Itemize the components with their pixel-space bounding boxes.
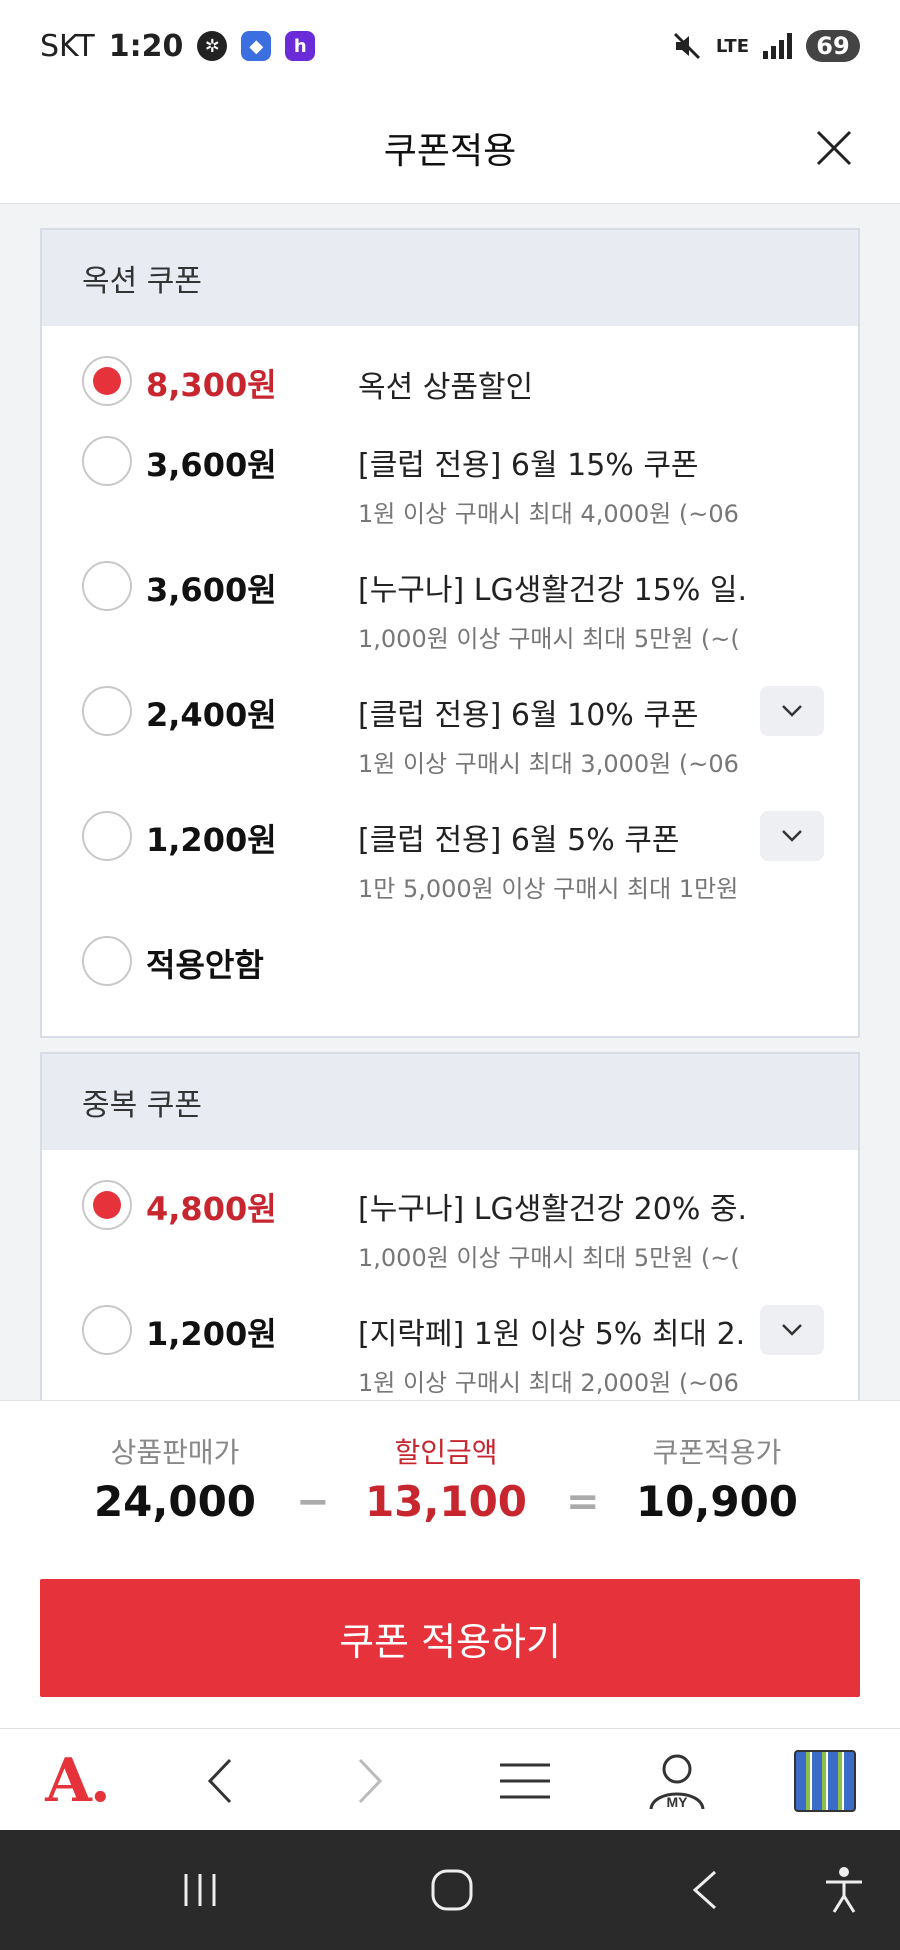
- close-button[interactable]: [806, 120, 862, 176]
- price-summary: 상품판매가 24,000 − 할인금액 13,100 = 쿠폰적용가 10,90…: [0, 1400, 900, 1728]
- back-arrow-icon: [692, 1870, 717, 1910]
- coupon-amount: 8,300원: [146, 366, 277, 404]
- coupon-row[interactable]: 3,600원 [누구나] LG생활건강 15% 일... 1,000원 이상 구…: [42, 531, 858, 653]
- status-bar: SKT 1:20 ✲ ◆ h LTE 69: [0, 0, 900, 92]
- coupon-list-scroll[interactable]: 옥션 쿠폰 8,300원 옥션 상품할인 3,600원 [클럽 전용] 6월 1…: [0, 204, 900, 1400]
- coupon-amount: 4,800원: [146, 1190, 277, 1228]
- section-title: 중복 쿠폰: [42, 1054, 858, 1150]
- shield-icon: ◆: [241, 31, 272, 61]
- coupon-row[interactable]: 2,400원 [클럽 전용] 6월 10% 쿠폰 1원 이상 구매시 최대 3,…: [42, 656, 858, 778]
- radio-button[interactable]: [82, 1305, 132, 1355]
- minus-sign: −: [296, 1479, 330, 1525]
- my-page-button[interactable]: MY: [632, 1741, 722, 1821]
- menu-button[interactable]: [480, 1741, 570, 1821]
- radio-button[interactable]: [82, 561, 132, 611]
- auction-logo: A.: [45, 1746, 110, 1816]
- radio-button[interactable]: [82, 936, 132, 986]
- home-logo-button[interactable]: A.: [32, 1741, 122, 1821]
- chevron-down-icon: [782, 830, 802, 842]
- mute-icon: [673, 32, 700, 60]
- back-button[interactable]: [174, 1741, 264, 1821]
- final-price-value: 10,900: [635, 1477, 799, 1526]
- android-nav-bar: [0, 1830, 900, 1950]
- duplicate-coupon-section: 중복 쿠폰 4,800원 [누구나] LG생활건강 20% 중... 1,000…: [40, 1052, 860, 1400]
- battery-indicator: 69: [806, 30, 860, 62]
- coupon-title: [지락페] 1원 이상 5% 최대 2...: [358, 1317, 748, 1352]
- coupon-amount: 3,600원: [146, 446, 277, 484]
- signal-icon: [763, 33, 792, 59]
- chevron-down-icon: [782, 705, 802, 717]
- coupon-amount: 1,200원: [146, 821, 277, 859]
- equals-sign: =: [566, 1479, 600, 1525]
- accessibility-button[interactable]: [804, 1860, 884, 1920]
- user-icon: MY: [649, 1754, 705, 1810]
- close-icon: [816, 130, 852, 166]
- coupon-title: [클럽 전용] 6월 15% 쿠폰: [358, 448, 699, 483]
- coupon-desc: 1,000원 이상 구매시 최대 5만원 (~(: [358, 625, 740, 653]
- coupon-amount: 3,600원: [146, 571, 277, 609]
- hamburger-icon: [500, 1763, 550, 1799]
- option-coupon-section: 옥션 쿠폰 8,300원 옥션 상품할인 3,600원 [클럽 전용] 6월 1…: [40, 228, 860, 1038]
- coupon-title: [클럽 전용] 6월 5% 쿠폰: [358, 823, 680, 858]
- coupon-title: [누구나] LG생활건강 20% 중...: [358, 1192, 748, 1227]
- aperture-icon: ✲: [197, 31, 228, 61]
- recent-product-thumbnail: [794, 1750, 856, 1812]
- coupon-desc: 1원 이상 구매시 최대 2,000원 (~06: [358, 1369, 739, 1397]
- expand-button[interactable]: [760, 1305, 824, 1355]
- coupon-title: 옥션 상품할인: [358, 370, 534, 405]
- chevron-left-icon: [207, 1758, 232, 1804]
- coupon-desc: 1,000원 이상 구매시 최대 5만원 (~(: [358, 1244, 740, 1272]
- discount-value: 13,100: [364, 1477, 528, 1526]
- coupon-title: [클럽 전용] 6월 10% 쿠폰: [358, 698, 699, 733]
- radio-button[interactable]: [82, 356, 132, 406]
- radio-button[interactable]: [82, 811, 132, 861]
- coupon-desc: 1만 5,000원 이상 구매시 최대 1만원: [358, 875, 739, 903]
- coupon-row[interactable]: 1,200원 [지락페] 1원 이상 5% 최대 2... 1원 이상 구매시 …: [42, 1275, 858, 1400]
- recent-apps-button[interactable]: [160, 1860, 240, 1920]
- coupon-amount: 1,200원: [146, 1315, 277, 1353]
- final-price: 쿠폰적용가 10,900: [617, 1431, 817, 1526]
- app-notification-icon: h: [285, 31, 316, 61]
- chevron-right-icon: [358, 1758, 383, 1804]
- expand-button[interactable]: [760, 686, 824, 736]
- coupon-row[interactable]: 4,800원 [누구나] LG생활건강 20% 중... 1,000원 이상 구…: [42, 1150, 858, 1275]
- discount-label: 할인금액: [394, 1436, 498, 1469]
- original-price-value: 24,000: [93, 1477, 257, 1526]
- recent-item-button[interactable]: [780, 1741, 870, 1821]
- network-type: LTE: [715, 35, 749, 57]
- modal-header: 쿠폰적용: [0, 92, 900, 204]
- forward-button[interactable]: [326, 1741, 416, 1821]
- coupon-amount: 2,400원: [146, 696, 277, 734]
- coupon-row[interactable]: 적용안함: [42, 906, 858, 1016]
- page-title: 쿠폰적용: [383, 130, 517, 172]
- home-button[interactable]: [412, 1860, 492, 1920]
- section-title: 옥션 쿠폰: [42, 230, 858, 326]
- coupon-desc: 1원 이상 구매시 최대 4,000원 (~06: [358, 500, 739, 528]
- home-circle-icon: [431, 1869, 473, 1911]
- clock: 1:20: [108, 28, 184, 64]
- original-price: 상품판매가 24,000: [75, 1431, 275, 1526]
- final-price-label: 쿠폰적용가: [652, 1436, 782, 1469]
- coupon-row[interactable]: 3,600원 [클럽 전용] 6월 15% 쿠폰 1원 이상 구매시 최대 4,…: [42, 406, 858, 528]
- system-back-button[interactable]: [664, 1860, 744, 1920]
- coupon-desc: 1원 이상 구매시 최대 3,000원 (~06: [358, 750, 739, 778]
- status-left: SKT 1:20 ✲ ◆ h: [40, 28, 316, 64]
- carrier-label: SKT: [40, 28, 95, 64]
- original-price-label: 상품판매가: [110, 1436, 240, 1469]
- accessibility-icon: [826, 1867, 862, 1913]
- coupon-row[interactable]: 1,200원 [클럽 전용] 6월 5% 쿠폰 1만 5,000원 이상 구매시…: [42, 781, 858, 903]
- radio-button[interactable]: [82, 436, 132, 486]
- browser-bottom-nav: A. MY: [0, 1728, 900, 1830]
- apply-coupon-button[interactable]: 쿠폰 적용하기: [40, 1579, 860, 1697]
- expand-button[interactable]: [760, 811, 824, 861]
- radio-button[interactable]: [82, 1180, 132, 1230]
- radio-button[interactable]: [82, 686, 132, 736]
- status-right: LTE 69: [672, 30, 860, 62]
- chevron-down-icon: [782, 1324, 802, 1336]
- coupon-title: [누구나] LG생활건강 15% 일...: [358, 573, 748, 608]
- discount-amount: 할인금액 13,100: [346, 1431, 546, 1526]
- recent-apps-icon: [184, 1874, 216, 1906]
- no-coupon-label: 적용안함: [146, 946, 264, 984]
- my-label: MY: [667, 1794, 689, 1810]
